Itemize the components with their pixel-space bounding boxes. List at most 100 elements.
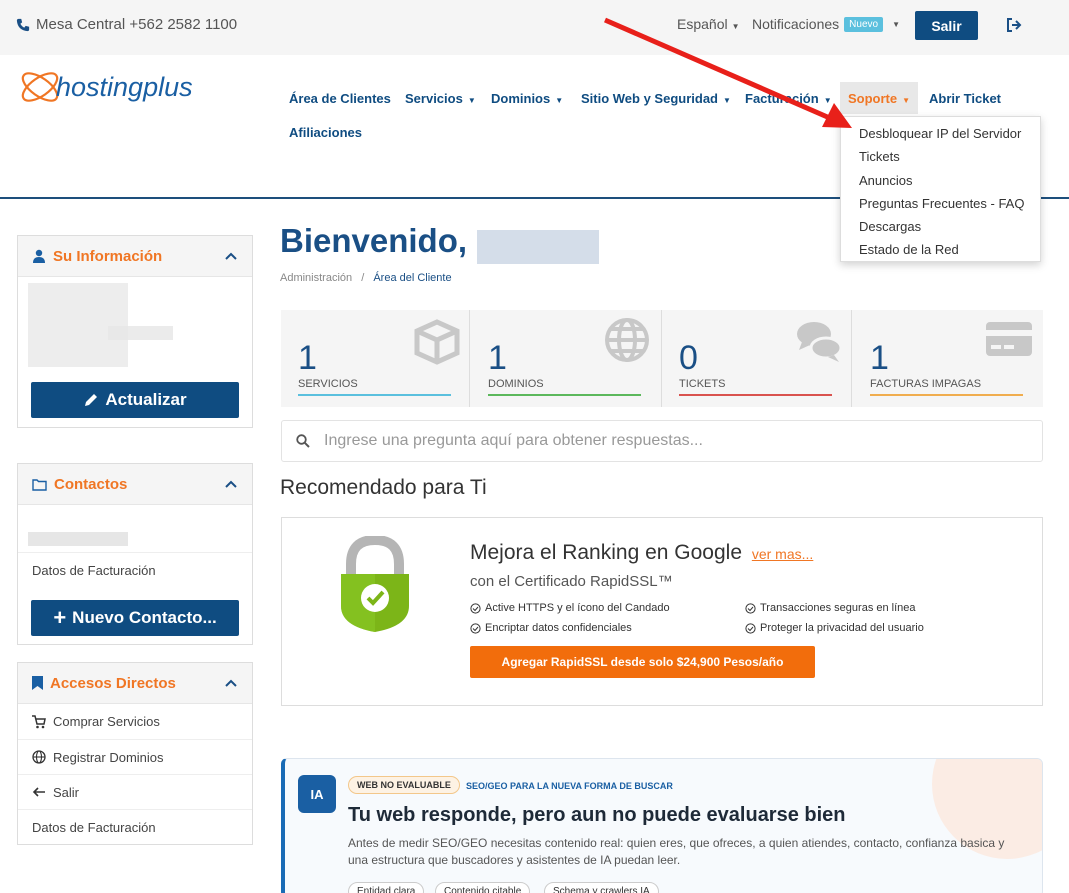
- credit-card-icon: [986, 322, 1032, 356]
- chevron-up-icon[interactable]: [224, 676, 238, 690]
- contact-item[interactable]: [18, 505, 252, 553]
- panel-su-informacion: Su Información Actualizar: [17, 235, 253, 428]
- ia-icon: IA: [298, 775, 336, 813]
- new-contact-button[interactable]: + Nuevo Contacto...: [31, 600, 239, 636]
- promo-feature: Transacciones seguras en línea: [745, 602, 916, 614]
- link-label: Registrar Dominios: [53, 749, 164, 765]
- promo-subtitle: con el Certificado RapidSSL™: [470, 573, 673, 590]
- blurred-contact: [28, 532, 128, 546]
- hostingplus-logo[interactable]: hostingplus: [18, 63, 208, 119]
- panel-header[interactable]: Accesos Directos: [18, 663, 252, 704]
- logout-button[interactable]: Salir: [915, 11, 978, 40]
- button-label: Actualizar: [105, 390, 187, 409]
- annotation-arrow-icon: [604, 17, 852, 128]
- stat-underline: [488, 394, 641, 396]
- billing-data-link[interactable]: Datos de Facturación: [18, 553, 252, 588]
- add-rapidssl-button[interactable]: Agregar RapidSSL desde solo $24,900 Peso…: [470, 646, 815, 678]
- phone-icon: [16, 18, 30, 31]
- blurred-user-info: [108, 326, 173, 340]
- shortcut-registrar-dominios[interactable]: Registrar Dominios: [18, 739, 252, 774]
- button-label: Nuevo Contacto...: [72, 608, 217, 627]
- check-circle-icon: [470, 622, 481, 634]
- blurred-username: [477, 230, 599, 264]
- chevron-down-icon: ▼: [467, 96, 476, 105]
- nav-afiliaciones[interactable]: Afiliaciones: [289, 125, 362, 140]
- panel-title: Contactos: [54, 475, 128, 493]
- stat-facturas[interactable]: 1 FACTURAS IMPAGAS: [853, 310, 1043, 407]
- ia-seo-card: IA WEB NO EVALUABLE SEO/GEO PARA LA NUEV…: [281, 758, 1043, 893]
- link-label: Salir: [53, 784, 80, 800]
- panel-header[interactable]: Su Información: [18, 236, 252, 277]
- check-circle-icon: [745, 622, 756, 634]
- stat-underline: [870, 394, 1023, 396]
- stat-dominios[interactable]: 1 DOMINIOS: [471, 310, 661, 407]
- nav-area-clientes[interactable]: Área de Clientes: [289, 91, 391, 106]
- check-circle-icon: [470, 602, 481, 614]
- shortcut-salir[interactable]: Salir: [18, 774, 252, 809]
- ia-description: Antes de medir SEO/GEO necesitas conteni…: [348, 836, 1005, 867]
- shortcut-datos-facturacion[interactable]: Datos de Facturación: [18, 809, 252, 844]
- welcome-heading: Bienvenido,: [280, 222, 467, 260]
- welcome-text: Bienvenido,: [280, 222, 468, 259]
- ia-title: Tu web responde, pero aun no puede evalu…: [348, 804, 846, 826]
- breadcrumb-item[interactable]: Administración: [280, 272, 352, 284]
- stat-tickets[interactable]: 0 TICKETS: [662, 310, 852, 407]
- panel-accesos-directos: Accesos Directos Comprar Servicios Regis…: [17, 662, 253, 845]
- chevron-up-icon[interactable]: [224, 249, 238, 263]
- nav-abrir-ticket[interactable]: Abrir Ticket: [929, 91, 1001, 106]
- nav-servicios[interactable]: Servicios ▼: [405, 91, 476, 106]
- phone-text: Mesa Central +562 2582 1100: [36, 16, 238, 33]
- ia-chip: Contenido citable: [435, 882, 531, 893]
- link-label: Datos de Facturación: [32, 563, 156, 578]
- menu-item-tickets[interactable]: Tickets: [841, 145, 1040, 168]
- svg-text:hostingplus: hostingplus: [56, 72, 193, 102]
- menu-item-desbloquear-ip[interactable]: Desbloquear IP del Servidor: [841, 122, 1040, 145]
- chevron-down-icon: ▼: [555, 96, 564, 105]
- panel-title: Accesos Directos: [50, 674, 176, 692]
- cart-icon: [32, 714, 46, 728]
- comments-icon: [797, 322, 842, 362]
- stat-value: 1: [298, 339, 317, 377]
- menu-item-descargas[interactable]: Descargas: [841, 215, 1040, 238]
- ia-chip: Schema y crawlers IA: [544, 882, 659, 893]
- kb-search-box[interactable]: [281, 420, 1043, 462]
- panel-header[interactable]: Contactos: [18, 464, 252, 505]
- chevron-up-icon[interactable]: [224, 477, 238, 491]
- stat-servicios[interactable]: 1 SERVICIOS: [281, 310, 471, 407]
- panel-title: Su Información: [53, 247, 163, 265]
- folder-icon: [32, 478, 47, 491]
- breadcrumb-item-active: Área del Cliente: [373, 272, 452, 284]
- menu-item-faq[interactable]: Preguntas Frecuentes - FAQ: [841, 192, 1040, 215]
- soporte-dropdown-menu: Desbloquear IP del Servidor Tickets Anun…: [840, 116, 1041, 262]
- panel-contactos: Contactos Datos de Facturación + Nuevo C…: [17, 463, 253, 645]
- menu-item-estado-red[interactable]: Estado de la Red: [841, 238, 1040, 261]
- update-button[interactable]: Actualizar: [31, 382, 239, 418]
- feature-text: Proteger la privacidad del usuario: [760, 622, 924, 634]
- blurred-user-info: [28, 283, 128, 367]
- sign-out-icon[interactable]: [1006, 18, 1022, 32]
- promo-card: Mejora el Ranking en Google ver mas... c…: [281, 517, 1043, 706]
- nav-dominios[interactable]: Dominios ▼: [491, 91, 563, 106]
- stats-panel: 1 SERVICIOS 1 DOMINIOS 0 TICKETS 1 FACTU…: [281, 310, 1043, 407]
- pencil-icon: [85, 394, 98, 406]
- promo-feature: Proteger la privacidad del usuario: [745, 622, 924, 634]
- phone-contact[interactable]: Mesa Central +562 2582 1100: [16, 16, 237, 33]
- menu-item-anuncios[interactable]: Anuncios: [841, 169, 1040, 192]
- shortcut-comprar-servicios[interactable]: Comprar Servicios: [18, 704, 252, 739]
- arrow-left-icon: [32, 787, 45, 797]
- globe-icon: [32, 750, 46, 764]
- stat-label: TICKETS: [679, 378, 726, 390]
- stat-label: FACTURAS IMPAGAS: [870, 378, 982, 390]
- plus-icon: +: [53, 605, 67, 630]
- ia-kicker: SEO/GEO PARA LA NUEVA FORMA DE BUSCAR: [466, 781, 673, 791]
- kb-search-input[interactable]: [324, 432, 924, 450]
- bookmark-icon: [32, 676, 43, 690]
- stat-value: 1: [488, 339, 507, 377]
- promo-more-link[interactable]: ver mas...: [752, 546, 813, 562]
- stat-value: 0: [679, 339, 698, 377]
- status-badge: WEB NO EVALUABLE: [348, 776, 460, 794]
- link-label: Comprar Servicios: [53, 714, 160, 729]
- stat-value: 1: [870, 339, 889, 377]
- globe-icon: [605, 318, 649, 362]
- stat-label: DOMINIOS: [488, 378, 544, 390]
